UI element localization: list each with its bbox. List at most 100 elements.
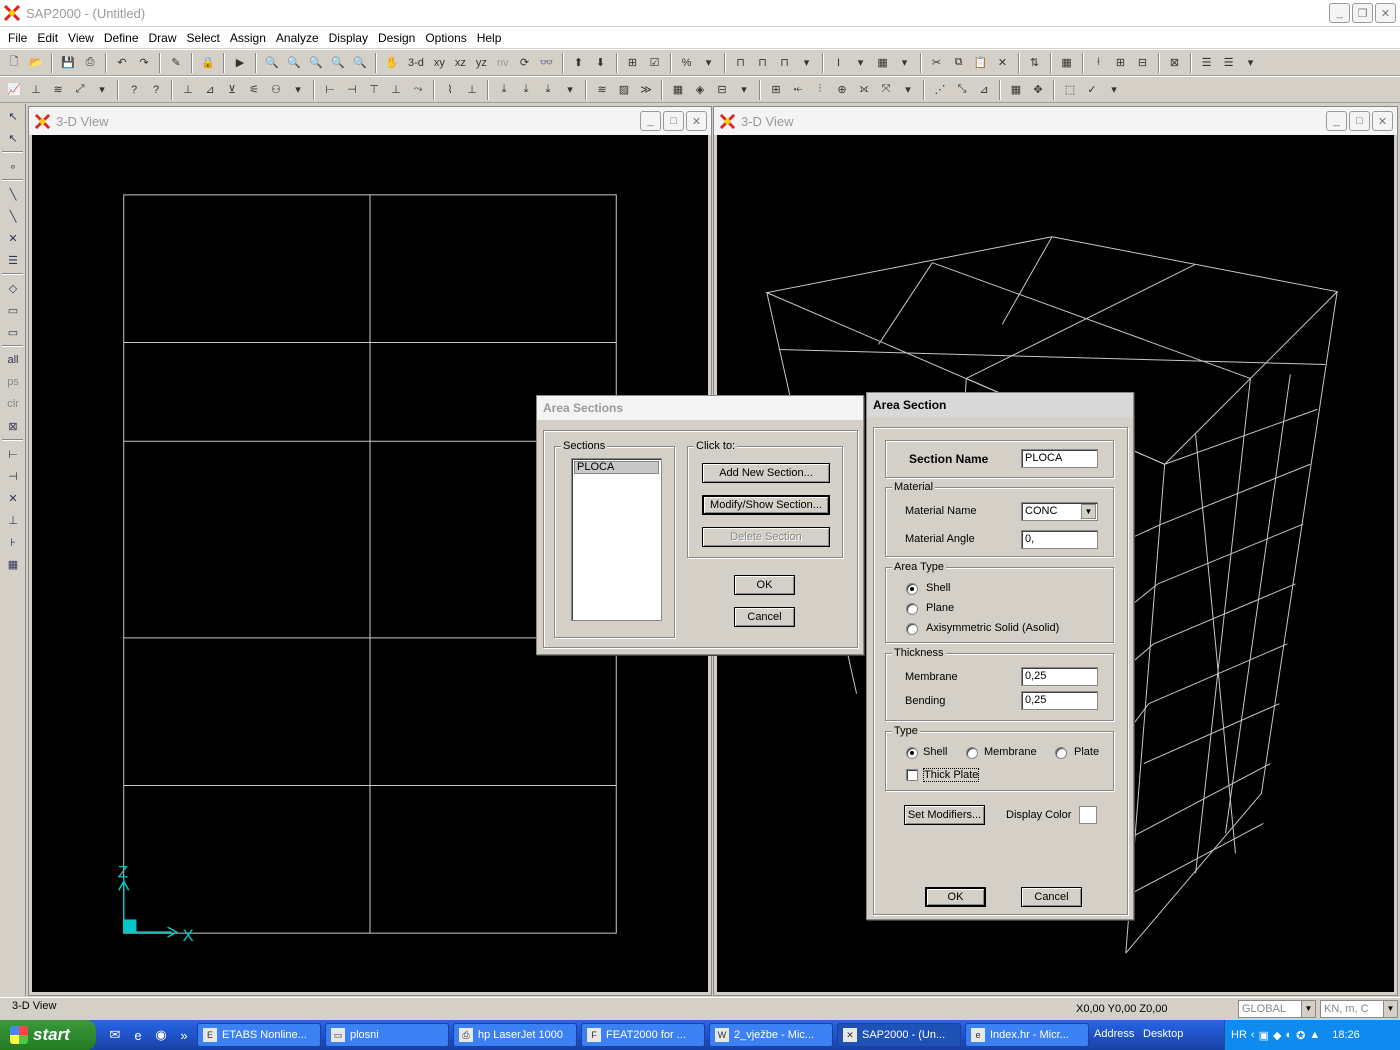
reaction-icon[interactable]: ⊕	[832, 80, 852, 100]
draw-rect-area-icon[interactable]: ▭	[3, 300, 23, 320]
run-icon[interactable]: ▶	[230, 53, 250, 73]
zoom-restore-icon[interactable]: 🔍	[284, 53, 304, 73]
print-icon[interactable]: ⎙	[80, 53, 100, 73]
task-etabs[interactable]: E ETABS Nonline...	[197, 1023, 321, 1047]
view-3d-button[interactable]: 3-d	[404, 53, 428, 73]
dropdown-icon[interactable]: ▾	[898, 80, 918, 100]
align-icon[interactable]: ☰	[1197, 53, 1217, 73]
pencil-icon[interactable]: ✎	[166, 53, 186, 73]
menu-options[interactable]: Options	[420, 31, 471, 45]
type-plate-radio[interactable]	[1055, 747, 1067, 759]
snap-to-points-icon[interactable]: ⊢	[3, 444, 23, 464]
extrude-icon[interactable]: ⊠	[1165, 53, 1185, 73]
thick-plate-checkbox[interactable]	[906, 769, 918, 781]
shield-icon[interactable]: ✪	[1296, 1029, 1305, 1042]
snap-intersections-icon[interactable]: ⊿	[974, 80, 994, 100]
coordinate-system-select[interactable]: GLOBAL ▼	[1238, 1000, 1316, 1018]
draw-cable-icon[interactable]: ⊣	[342, 80, 362, 100]
pointer-icon[interactable]: ↖	[3, 106, 23, 126]
delete-icon[interactable]: ✕	[993, 53, 1013, 73]
draw-poly-area-icon[interactable]: ◇	[3, 278, 23, 298]
check-icon[interactable]: ☑	[645, 53, 665, 73]
draw-frame-line-icon[interactable]: ╲	[3, 184, 23, 204]
modify-show-section-button[interactable]: Modify/Show Section...	[702, 495, 830, 515]
address-toolbar-label[interactable]: Address	[1094, 1028, 1134, 1040]
draw-solid-icon[interactable]: ⊥	[386, 80, 406, 100]
menu-display[interactable]: Display	[324, 31, 373, 45]
snap-points-icon[interactable]: ⋰	[930, 80, 950, 100]
area-load-icon[interactable]: ⤓	[538, 80, 558, 100]
sections-list[interactable]: PLOCA	[571, 458, 662, 621]
zoom-full-icon[interactable]: 🔍	[350, 53, 370, 73]
area-type-plane-radio[interactable]	[906, 603, 918, 615]
snap-to-ends-icon[interactable]: ⊣	[3, 466, 23, 486]
set-modifiers-button[interactable]: Set Modifiers...	[904, 805, 985, 825]
pan-icon[interactable]: ✋	[382, 53, 402, 73]
percent-icon[interactable]: %	[677, 53, 697, 73]
menu-define[interactable]: Define	[99, 31, 144, 45]
dropdown-icon[interactable]: ▾	[699, 53, 719, 73]
draw-brace-icon[interactable]: ✕	[3, 228, 23, 248]
units-select[interactable]: KN, m, C ▼	[1320, 1000, 1398, 1018]
menu-file[interactable]: File	[3, 31, 32, 45]
desktop-toolbar-label[interactable]: Desktop	[1143, 1028, 1183, 1040]
view-close-button[interactable]: ✕	[1372, 111, 1393, 131]
mesh-icon[interactable]: ⊞	[1111, 53, 1131, 73]
area-icon[interactable]: ▦	[873, 53, 893, 73]
divide-icon[interactable]: ⊟	[1133, 53, 1153, 73]
undo-icon[interactable]: ↶	[112, 53, 132, 73]
restraint-icon[interactable]: ⊥	[462, 80, 482, 100]
type-shell-radio[interactable]	[906, 747, 918, 759]
tray-expand-icon[interactable]: ‹	[1251, 1029, 1255, 1041]
task-printer[interactable]: ⎙ hp LaserJet 1000	[453, 1023, 577, 1047]
frame-release-icon[interactable]: ⊿	[200, 80, 220, 100]
menu-analyze[interactable]: Analyze	[271, 31, 324, 45]
draw-joint-icon[interactable]: ∘	[3, 156, 23, 176]
delete-section-button[interactable]: Delete Section	[702, 527, 830, 547]
type-membrane-radio[interactable]	[966, 747, 978, 759]
open-file-icon[interactable]: 📂	[26, 53, 46, 73]
display-color-swatch[interactable]	[1079, 806, 1097, 824]
clear-selection-button[interactable]: clr	[3, 394, 23, 414]
minimize-button[interactable]: _	[1329, 3, 1350, 23]
perspective-icon[interactable]: 👓	[537, 53, 557, 73]
area-type-asolid-radio[interactable]	[906, 623, 918, 635]
graph-icon[interactable]: 📈	[4, 80, 24, 100]
ok-button[interactable]: OK	[925, 887, 986, 907]
spring-icon[interactable]: ⚟	[244, 80, 264, 100]
volume-icon[interactable]: ◐	[1285, 1029, 1292, 1041]
quick-draw-area-icon[interactable]: ▭	[3, 322, 23, 342]
view-close-button[interactable]: ✕	[686, 111, 707, 131]
menu-select[interactable]: Select	[182, 31, 225, 45]
temperature-icon[interactable]: ≋	[592, 80, 612, 100]
menu-design[interactable]: Design	[373, 31, 420, 45]
menu-edit[interactable]: Edit	[32, 31, 63, 45]
cut-icon[interactable]: ✂	[927, 53, 947, 73]
layers-icon[interactable]: ≋	[48, 80, 68, 100]
material-name-select[interactable]: CONC ▼	[1021, 502, 1098, 521]
snap-to-intersection-icon[interactable]: ✕	[3, 488, 23, 508]
material-angle-input[interactable]: 0,	[1021, 530, 1098, 549]
chevron-down-icon[interactable]: ▼	[1081, 504, 1096, 519]
join-icon[interactable]: ☰	[1219, 53, 1239, 73]
section-name-input[interactable]: PLOCA	[1021, 449, 1098, 468]
start-button[interactable]: start	[0, 1020, 96, 1050]
bending-thickness-input[interactable]: 0,25	[1021, 691, 1098, 710]
set-elements-icon[interactable]: ⊞	[623, 53, 643, 73]
query-icon[interactable]: ?	[124, 80, 144, 100]
close-button[interactable]: ✕	[1375, 3, 1396, 23]
wind-icon[interactable]: ≫	[636, 80, 656, 100]
chevron-down-icon[interactable]: ▼	[1301, 1001, 1315, 1017]
menu-draw[interactable]: Draw	[144, 31, 182, 45]
network-icon[interactable]: ▣	[1259, 1029, 1269, 1042]
rotate-icon[interactable]: ⟳	[515, 53, 535, 73]
area-type-shell-radio[interactable]	[906, 583, 918, 595]
spring-support-icon[interactable]: ⌇	[440, 80, 460, 100]
move-snap-icon[interactable]: ✥	[1028, 80, 1048, 100]
task-plosni[interactable]: ▭ plosni	[325, 1023, 449, 1047]
link-icon[interactable]: ⚇	[266, 80, 286, 100]
design-icon[interactable]: ✓	[1082, 80, 1102, 100]
snap-lines-edges-icon[interactable]: ⊦	[3, 532, 23, 552]
dropdown-icon[interactable]: ▾	[734, 80, 754, 100]
moment-icon[interactable]: ⤧	[876, 80, 896, 100]
